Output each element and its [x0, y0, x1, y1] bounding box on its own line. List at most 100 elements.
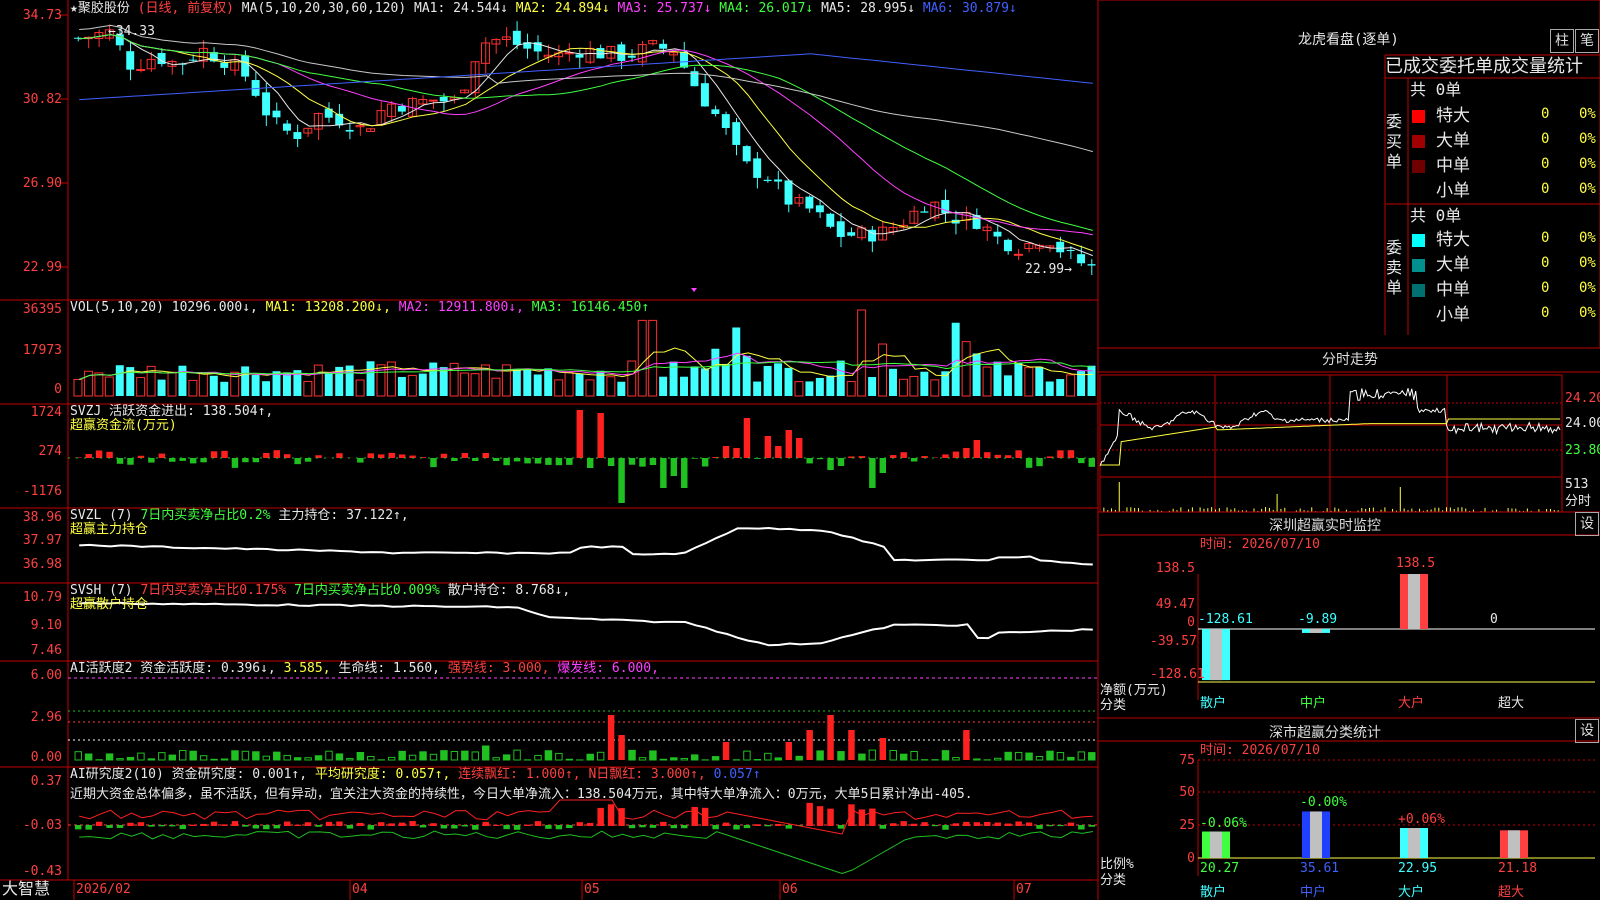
candle-body: [1013, 253, 1023, 256]
fund-flow-bar: [733, 448, 740, 458]
price-axis-4: 22.99: [22, 260, 62, 275]
activity-bar: [220, 758, 229, 761]
tick-view-button[interactable]: 笔: [1575, 29, 1599, 53]
candle-body: [993, 231, 1002, 237]
candle-body: [627, 55, 636, 58]
research-bar: [75, 825, 82, 830]
research-bar: [169, 825, 176, 827]
fund-flow-bar: [670, 458, 678, 476]
activity-bar: [816, 750, 824, 761]
classify-bar-highlight: [1408, 828, 1420, 858]
bar-view-button[interactable]: 柱: [1550, 29, 1574, 53]
fund-flow-bar: [1078, 458, 1085, 464]
dragon-title: 龙虎看盘(逐单): [1298, 32, 1399, 48]
research-line: [79, 799, 1093, 835]
research-bar: [461, 825, 469, 827]
volume-bar: [262, 381, 271, 396]
activity-bar: [1088, 752, 1096, 761]
volume-bar: [753, 381, 762, 396]
research-bar: [1004, 823, 1012, 826]
research-bar: [754, 824, 761, 826]
vol-axis-1: 36395: [22, 302, 62, 317]
activity-bar: [596, 751, 605, 761]
buy-row-count: 0: [1541, 131, 1550, 147]
stock-mode[interactable]: (日线, 前复权): [138, 1, 234, 16]
fund-flow-bar: [106, 451, 113, 458]
classify-bar-highlight: [1508, 830, 1520, 858]
research-bar: [1036, 825, 1043, 829]
activity-bar: [1004, 751, 1012, 761]
buy-row-count: 0: [1541, 156, 1550, 172]
volume-bar: [104, 376, 114, 397]
ai1-title-bar: AI活跃度2 资金活跃度: 0.396↓, 3.585, 生命线: 1.560,…: [70, 661, 659, 676]
activity-bar: [408, 754, 417, 761]
svsh-axis-3: 7.46: [30, 643, 62, 658]
vol-ma-line: [79, 361, 1093, 380]
volume-bar: [313, 364, 323, 397]
classify-delta: -0.00%: [1300, 795, 1347, 811]
research-bar: [503, 825, 510, 830]
sell-row-name: 中单: [1436, 280, 1470, 300]
fund-flow-bar: [1067, 450, 1075, 458]
research-bar: [879, 825, 887, 829]
buy-row-count: 0: [1541, 181, 1550, 197]
activity-bar: [84, 753, 93, 761]
candle-body: [188, 59, 197, 61]
svzl-axis-2: 37.97: [22, 533, 62, 548]
research-bar: [304, 822, 312, 826]
research-bar: [294, 824, 301, 826]
activity-bar: [963, 730, 970, 760]
activity-bar: [806, 730, 813, 760]
classify-axis-label: 75: [1179, 753, 1195, 768]
fund-flow-bar: [336, 453, 343, 458]
activity-bar: [837, 751, 845, 761]
volume-bar: [982, 366, 992, 397]
volume-bar: [355, 379, 365, 397]
ma5-value: MA5: 28.995↓: [821, 1, 915, 16]
classify-axis-label: 50: [1179, 785, 1195, 800]
research-bar: [963, 821, 970, 826]
monitor-settings-button[interactable]: 设: [1575, 512, 1599, 536]
buy-row-name: 中单: [1436, 156, 1470, 176]
activity-bar: [889, 749, 897, 761]
sell-row-name: 大单: [1436, 255, 1470, 275]
activity-bar: [356, 751, 365, 761]
sell-total: 共 0单: [1410, 206, 1462, 225]
classify-axis-label: 0: [1187, 851, 1195, 866]
sell-row-swatch: [1412, 259, 1425, 272]
ai2-axis-3: -0.43: [22, 864, 62, 879]
volume-bar: [303, 380, 313, 397]
monitor-axis-label: 138.5: [1155, 561, 1195, 576]
classify-value: 22.95: [1398, 861, 1438, 876]
monitor-axis-label: -39.57: [1150, 634, 1197, 649]
monitor-axis-label: 0: [1187, 615, 1195, 630]
volume-bar: [700, 368, 709, 396]
research-bar: [827, 808, 834, 826]
activity-bar: [795, 755, 803, 761]
svzl-sub: 超赢主力持仓: [70, 522, 149, 537]
svzj-axis-2: 274: [38, 444, 62, 459]
activity-bar: [1046, 750, 1054, 761]
volume-bar: [993, 361, 1002, 396]
research-bar: [1088, 825, 1095, 827]
research-bar: [806, 802, 813, 826]
candle-body: [826, 213, 835, 227]
svsh-sub: 超赢散户持仓: [70, 597, 149, 612]
classify-category: 大户: [1398, 885, 1425, 900]
research-bar: [691, 806, 698, 826]
classify-settings-button[interactable]: 设: [1575, 719, 1599, 743]
classify-bar-highlight: [1310, 811, 1322, 858]
chart-canvas[interactable]: [0, 0, 1600, 900]
fund-flow-bar: [701, 458, 709, 467]
research-bar: [106, 825, 113, 828]
buy-row-name: 大单: [1436, 131, 1470, 151]
volume-bar: [774, 363, 783, 396]
volume-bar: [198, 372, 208, 397]
fund-flow-bar: [597, 413, 604, 458]
buy-total: 共 0单: [1410, 80, 1462, 99]
activity-bar: [659, 758, 668, 761]
candle-body: [241, 55, 250, 77]
sell-row-pct: 0%: [1579, 280, 1596, 296]
activity-bar: [105, 753, 114, 761]
svzl-axis-3: 36.98: [22, 557, 62, 572]
